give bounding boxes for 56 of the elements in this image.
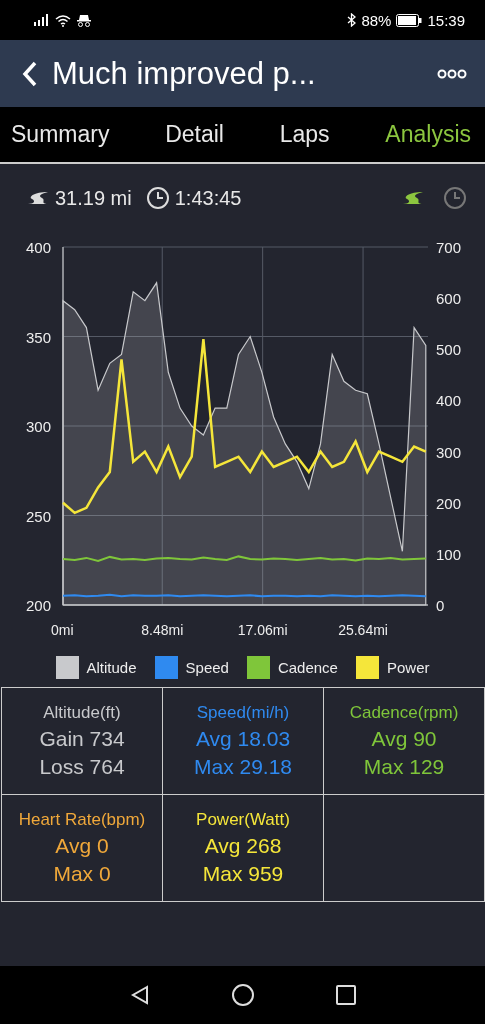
more-icon[interactable]	[437, 68, 467, 79]
stat-value: Max 959	[202, 862, 284, 886]
stat-title: Heart Rate(bpm)	[18, 810, 146, 830]
stat-value: Avg 0	[55, 834, 109, 858]
axis-label: 0mi	[51, 622, 74, 638]
axis-label: 100	[436, 545, 462, 563]
stat-value: Max 129	[363, 755, 445, 779]
axis-label: 0	[436, 597, 445, 614]
axis-label: 17.06mi	[237, 622, 288, 638]
legend-label: Altitude	[86, 659, 137, 676]
axis-label: 200	[436, 494, 462, 512]
back-icon[interactable]	[22, 60, 38, 87]
clock-icon	[145, 186, 170, 210]
bluetooth-icon	[347, 13, 357, 27]
distance-value: 31.19 mi	[55, 186, 132, 210]
axis-label: 200	[25, 597, 51, 614]
axis-label: 400	[436, 392, 462, 410]
axis-label: 400	[25, 239, 51, 256]
wifi-icon	[55, 13, 71, 27]
battery-icon	[396, 13, 423, 27]
incognito-icon	[76, 13, 92, 27]
axis-label: 300	[436, 443, 462, 461]
clock-icon[interactable]	[443, 186, 467, 210]
axis-label: 600	[436, 290, 462, 308]
recents-nav-icon[interactable]	[334, 984, 357, 1006]
tab[interactable]: Laps	[279, 121, 330, 148]
stat-value: Avg 90	[371, 727, 437, 751]
tab[interactable]: Detail	[165, 121, 224, 148]
stat-title: Altitude(ft)	[43, 703, 121, 723]
clock-time: 15:39	[427, 11, 465, 29]
stat-value: Max 0	[53, 862, 111, 886]
stat-value: Max 29.18	[193, 755, 293, 779]
home-nav-icon[interactable]	[230, 983, 255, 1007]
stat-value: Loss 764	[39, 755, 125, 779]
stat-title: Cadence(rpm)	[349, 703, 459, 723]
axis-label: 250	[25, 507, 51, 525]
signal-icon	[34, 14, 50, 26]
stat-title: Speed(mi/h)	[196, 703, 290, 723]
stat-value: Avg 268	[204, 834, 282, 858]
axis-label: 8.48mi	[141, 622, 184, 638]
tab[interactable]: Analysis	[385, 121, 471, 148]
tab[interactable]: Summary	[11, 121, 110, 148]
axis-label: 500	[436, 341, 462, 359]
stat-value: Gain 734	[39, 727, 125, 751]
legend-label: Cadence	[277, 659, 338, 676]
axis-label: 700	[436, 239, 462, 256]
duration-value: 1:43:45	[174, 186, 242, 210]
stat-title: Power(Watt)	[196, 810, 290, 830]
legend-label: Power	[386, 659, 430, 676]
stat-value: Avg 18.03	[195, 727, 291, 751]
axis-label: 300	[25, 418, 51, 435]
axis-label: 350	[25, 328, 51, 346]
battery-percent: 88%	[361, 11, 392, 29]
legend-label: Speed	[185, 659, 229, 676]
page-title: Much improved p...	[52, 55, 317, 92]
axis-label: 25.64mi	[338, 622, 388, 638]
